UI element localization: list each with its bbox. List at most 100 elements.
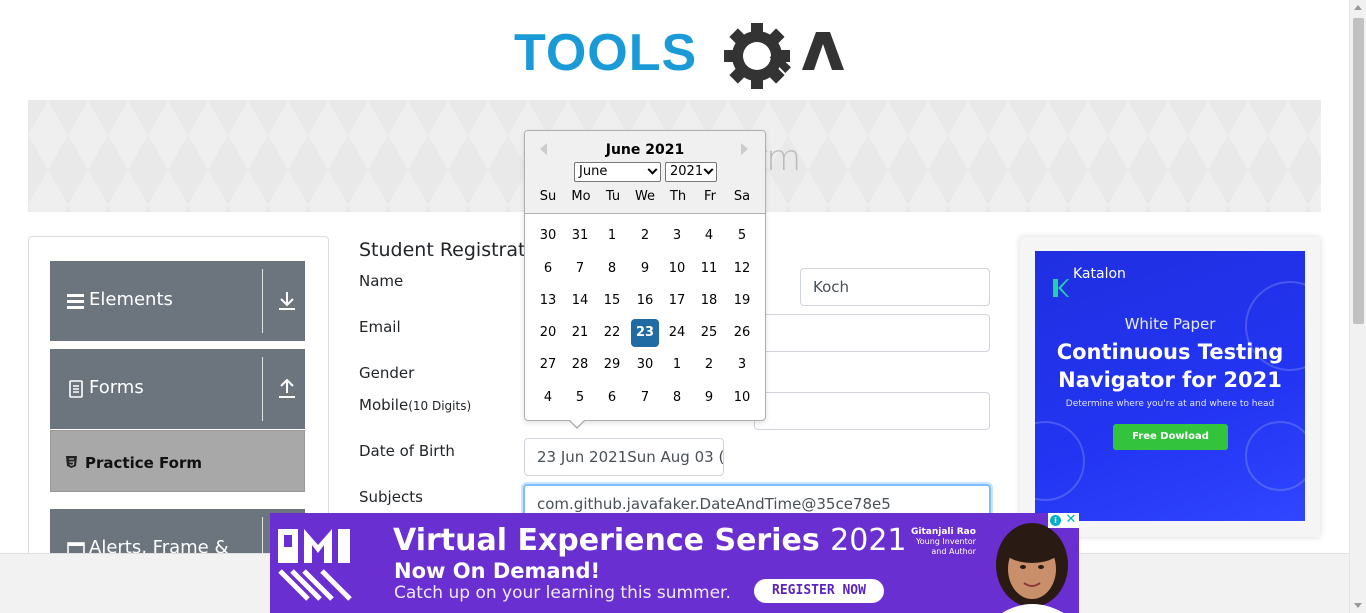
datepicker-day[interactable]: 3 <box>728 351 756 379</box>
datepicker-day[interactable]: 8 <box>663 384 691 412</box>
ad-headline-text: Virtual Experience Series <box>393 523 820 558</box>
divider <box>262 517 263 553</box>
decoration <box>1035 421 1085 501</box>
scroll-up-icon[interactable] <box>1354 5 1362 10</box>
form-title: Student Registratio <box>359 239 543 261</box>
datepicker-day[interactable]: 30 <box>631 351 659 379</box>
datepicker-day[interactable]: 25 <box>695 319 723 347</box>
divider <box>262 357 263 421</box>
gear-icon <box>724 23 791 89</box>
mobile-input[interactable] <box>754 392 990 430</box>
decoration <box>1245 421 1305 491</box>
katalon-ad[interactable]: Katalon White Paper Continuous Testing N… <box>1035 251 1305 521</box>
ad-line2: Now On Demand! <box>394 559 601 583</box>
datepicker-day[interactable]: 31 <box>566 222 594 250</box>
ad-subline: Determine where you're at and where to h… <box>1065 399 1275 409</box>
datepicker-day[interactable]: 4 <box>695 222 723 250</box>
datepicker-day-selected[interactable]: 23 <box>631 319 659 347</box>
register-now-button[interactable]: REGISTER NOW <box>754 579 884 603</box>
datepicker-day[interactable]: 10 <box>663 255 691 283</box>
datepicker-day[interactable]: 22 <box>598 319 626 347</box>
datepicker-day[interactable]: 14 <box>566 287 594 315</box>
datepicker-day[interactable]: 24 <box>663 319 691 347</box>
last-name-input[interactable]: Koch <box>800 268 990 306</box>
dob-label: Date of Birth <box>359 442 455 460</box>
speaker-photo <box>996 523 1068 613</box>
datepicker-day[interactable]: 11 <box>695 255 723 283</box>
subjects-label: Subjects <box>359 488 423 506</box>
datepicker-day[interactable]: 8 <box>598 255 626 283</box>
sidebar-item-practice-form[interactable]: Practice Form <box>50 430 305 492</box>
document-icon <box>69 380 83 398</box>
weekday-label: Tu <box>605 189 621 204</box>
datepicker-day[interactable]: 9 <box>631 255 659 283</box>
katalon-brand-text: Katalon <box>1073 266 1126 282</box>
month-select[interactable]: June <box>574 162 661 182</box>
datepicker-day[interactable]: 7 <box>631 384 659 412</box>
datepicker-day[interactable]: 10 <box>728 384 756 412</box>
datepicker-day[interactable]: 7 <box>566 255 594 283</box>
upload-icon <box>279 379 295 398</box>
info-icon[interactable]: i <box>1050 515 1061 526</box>
datepicker-day[interactable]: 1 <box>663 351 691 379</box>
month-select-value: June <box>579 164 608 179</box>
datepicker-day[interactable]: 6 <box>598 384 626 412</box>
hamburger-icon <box>67 294 84 309</box>
datepicker-day[interactable]: 13 <box>534 287 562 315</box>
email-input[interactable] <box>754 314 990 352</box>
datepicker-day[interactable]: 18 <box>695 287 723 315</box>
sidebar-group-elements[interactable]: Elements <box>50 261 305 341</box>
ad-headline: Continuous Testing Navigator for 2021 <box>1035 338 1305 394</box>
sidebar-group-label: Forms <box>89 377 144 398</box>
datepicker-day[interactable]: 5 <box>566 384 594 412</box>
datepicker-day[interactable]: 2 <box>631 222 659 250</box>
sidebar-group-alerts[interactable]: Alerts, Frame & <box>50 509 305 553</box>
sidebar-group-label: Elements <box>89 289 173 310</box>
datepicker-day[interactable]: 17 <box>663 287 691 315</box>
scroll-down-icon[interactable] <box>1354 603 1362 608</box>
pmi-logo-icon <box>278 529 352 601</box>
datepicker-day[interactable]: 4 <box>534 384 562 412</box>
datepicker-day[interactable]: 5 <box>728 222 756 250</box>
ad-headline-line2: Navigator for 2021 <box>1058 368 1282 392</box>
ad-choices[interactable]: i ✕ <box>1048 513 1079 528</box>
speaker-caption: Gitanjali Rao Young Inventor and Author <box>911 527 976 557</box>
datepicker-day[interactable]: 9 <box>695 384 723 412</box>
datepicker-day[interactable]: 15 <box>598 287 626 315</box>
next-month-icon[interactable] <box>741 143 748 155</box>
datepicker-day[interactable]: 29 <box>598 351 626 379</box>
datepicker-day[interactable]: 21 <box>566 319 594 347</box>
datepicker-day[interactable]: 6 <box>534 255 562 283</box>
speaker-role2: and Author <box>931 547 976 556</box>
datepicker-day[interactable]: 30 <box>534 222 562 250</box>
logo-a <box>802 32 844 70</box>
close-icon[interactable]: ✕ <box>1064 513 1078 527</box>
datepicker-day[interactable]: 16 <box>631 287 659 315</box>
datepicker-day[interactable]: 1 <box>598 222 626 250</box>
download-icon <box>279 292 295 310</box>
gender-label: Gender <box>359 364 415 382</box>
sidebar-item-label: Practice Form <box>85 454 202 472</box>
weekday-label: Fr <box>704 189 716 204</box>
datepicker-day[interactable]: 20 <box>534 319 562 347</box>
sidebar-group-forms[interactable]: Forms <box>50 349 305 429</box>
scroll-thumb[interactable] <box>1353 18 1364 324</box>
datepicker-day[interactable]: 19 <box>728 287 756 315</box>
weekday-label: Th <box>669 189 687 204</box>
page-scrollbar[interactable] <box>1349 0 1366 613</box>
datepicker-day[interactable]: 3 <box>663 222 691 250</box>
datepicker-day[interactable]: 27 <box>534 351 562 379</box>
datepicker-header: June 2021 June 2021 Su Mo Tu We Th Fr Sa <box>525 131 765 214</box>
pmi-ad[interactable]: Virtual Experience Series 2021 Now On De… <box>270 513 1079 613</box>
mobile-label: Mobile(10 Digits) <box>359 396 471 414</box>
toolsqa-logo[interactable]: TOOLS <box>514 18 844 90</box>
dob-input[interactable]: 23 Jun 2021Sun Aug 03 ( <box>524 438 724 476</box>
year-select[interactable]: 2021 <box>665 162 717 182</box>
free-download-button[interactable]: Free Dowload <box>1113 424 1228 450</box>
datepicker-day[interactable]: 26 <box>728 319 756 347</box>
datepicker-day[interactable]: 2 <box>695 351 723 379</box>
datepicker-day[interactable]: 12 <box>728 255 756 283</box>
datepicker-day[interactable]: 28 <box>566 351 594 379</box>
logo-text: TOOLS <box>514 24 697 82</box>
name-label: Name <box>359 272 404 290</box>
